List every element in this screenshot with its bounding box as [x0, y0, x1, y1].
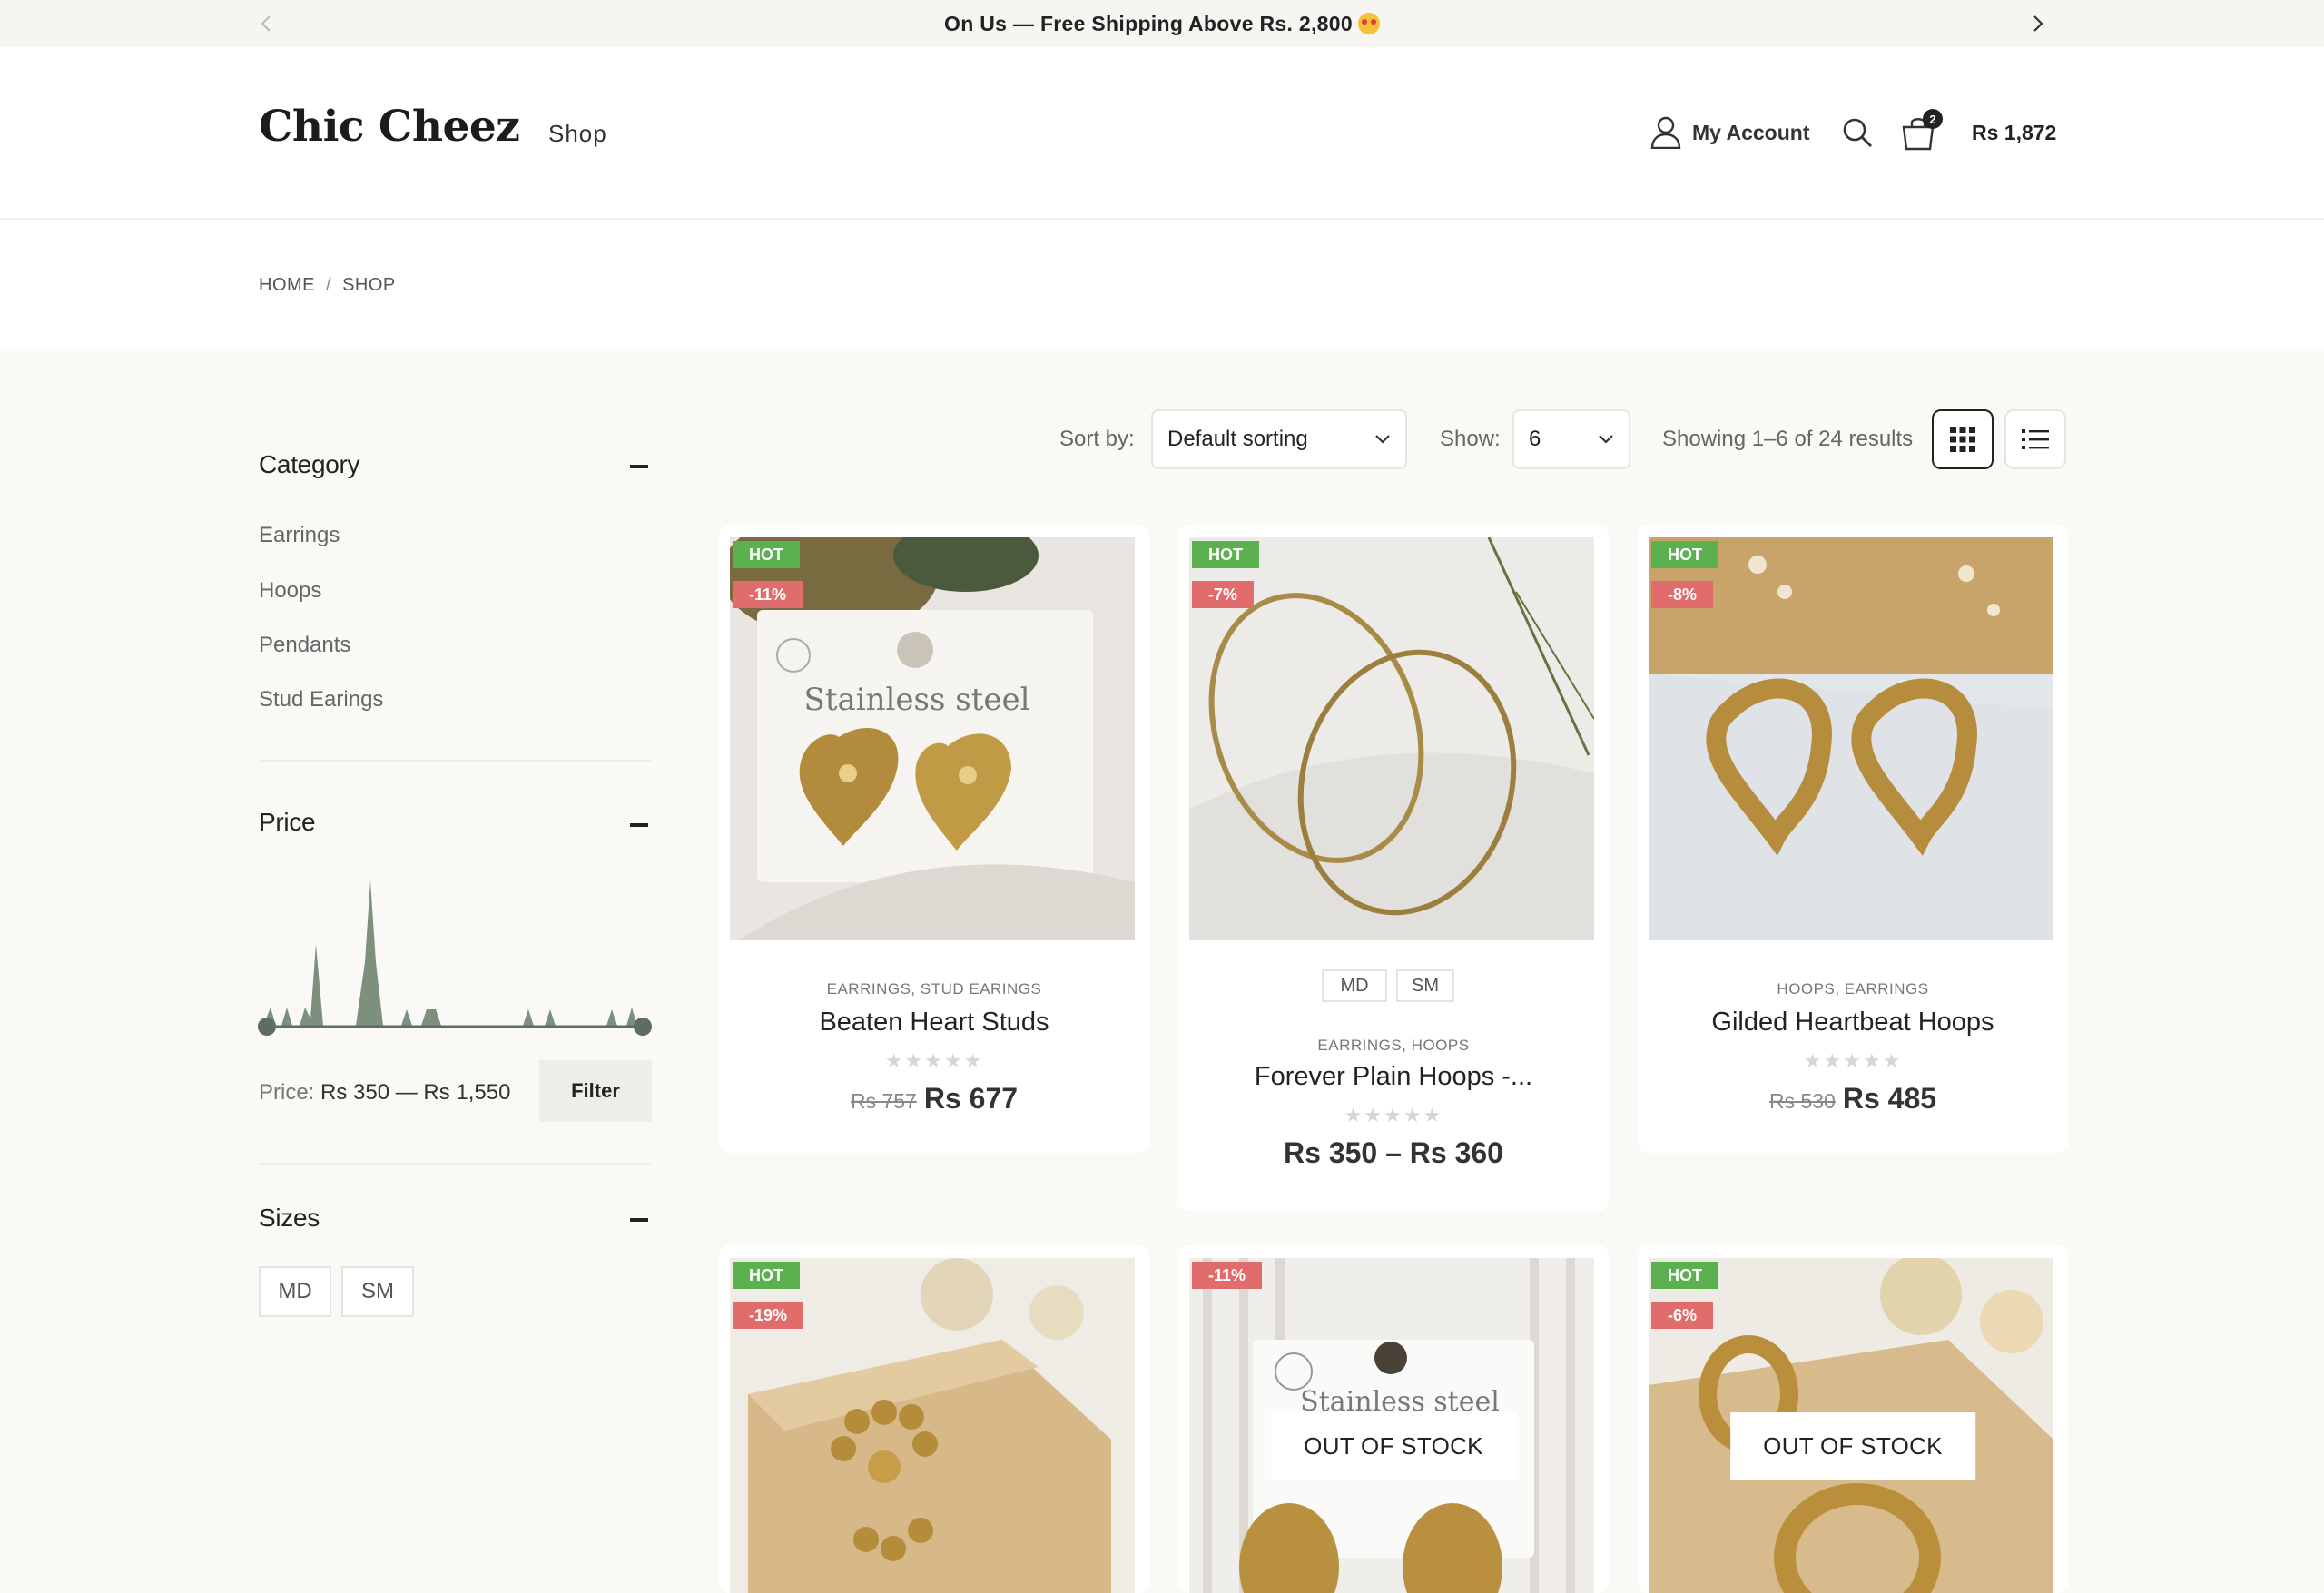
sidebar-divider	[259, 1163, 651, 1165]
rating-stars: ★★★★★	[1344, 1104, 1443, 1126]
old-price: Rs 757	[850, 1089, 917, 1113]
sale-price: Rs 677	[923, 1082, 1019, 1115]
product-categories[interactable]: EARRINGS, HOOPS	[1178, 1037, 1609, 1055]
product-card[interactable]: Stainless steel HOT -11% EARRINGS, STUD …	[719, 525, 1149, 1153]
discount-badge: -7%	[1192, 581, 1255, 608]
my-account-link[interactable]: My Account	[1650, 113, 1810, 152]
collapse-sizes-icon[interactable]	[630, 1218, 648, 1222]
breadcrumb-separator: /	[326, 275, 332, 295]
histogram-bars	[263, 880, 637, 1026]
category-pendants[interactable]: Pendants	[259, 633, 350, 658]
hot-badge: HOT	[1651, 1262, 1718, 1289]
product-card[interactable]: Stainless steel -11% OUT OF STOCK	[1178, 1245, 1609, 1593]
sizes-title[interactable]: Sizes	[259, 1204, 320, 1233]
list-view-button[interactable]	[2004, 409, 2066, 469]
sort-select[interactable]: Default sorting	[1151, 409, 1407, 469]
category-earrings[interactable]: Earrings	[259, 523, 340, 548]
variant-chip-md[interactable]: MD	[1322, 969, 1387, 1002]
product-card[interactable]: HOT -6% OUT OF STOCK	[1638, 1245, 2068, 1593]
grid-icon	[1950, 427, 1975, 452]
chevron-right-icon[interactable]	[2026, 13, 2048, 34]
product-title[interactable]: Forever Plain Hoops -...	[1178, 1062, 1609, 1092]
product-price: Rs 757 Rs 677	[719, 1082, 1149, 1116]
rating-stars: ★★★★★	[1803, 1049, 1903, 1072]
product-title[interactable]: Beaten Heart Studs	[719, 1008, 1149, 1037]
hot-badge: HOT	[733, 1262, 800, 1289]
out-of-stock-label: OUT OF STOCK	[1730, 1412, 1975, 1480]
discount-badge: -8%	[1651, 581, 1714, 608]
chevron-down-icon	[1599, 435, 1613, 444]
heart-eyes-emoji-icon	[1357, 12, 1380, 34]
results-count: Showing 1–6 of 24 results	[1662, 427, 1914, 451]
card-brand-text: Stainless steel	[804, 682, 1030, 718]
site-logo[interactable]: Chic Cheez	[259, 102, 520, 152]
product-card[interactable]: HOT -8% HOOPS, EARRINGS Gilded Heartbeat…	[1638, 525, 2068, 1153]
price-range-value: Rs 350 — Rs 1,550	[320, 1080, 511, 1105]
show-label: Show:	[1440, 427, 1501, 451]
price-title[interactable]: Price	[259, 808, 316, 837]
search-icon	[1843, 118, 1872, 147]
grid-view-button[interactable]	[1932, 409, 1994, 469]
discount-badge: -19%	[733, 1302, 804, 1329]
price-histogram	[258, 880, 652, 1036]
hot-badge: HOT	[733, 541, 800, 568]
product-title[interactable]: Gilded Heartbeat Hoops	[1638, 1008, 2068, 1037]
per-page-select[interactable]: 6	[1512, 409, 1630, 469]
sort-value: Default sorting	[1167, 427, 1308, 451]
cart-count-badge: 2	[1923, 109, 1943, 129]
breadcrumb: HOME / SHOP	[259, 275, 396, 296]
cart-total[interactable]: Rs 1,872	[1972, 113, 2056, 152]
sidebar-divider	[259, 760, 651, 762]
out-of-stock-label: OUT OF STOCK	[1271, 1412, 1516, 1480]
category-title[interactable]: Category	[259, 450, 360, 479]
filter-button[interactable]: Filter	[539, 1060, 652, 1122]
breadcrumb-home[interactable]: HOME	[259, 275, 315, 295]
size-chip-sm[interactable]: SM	[341, 1266, 414, 1317]
category-stud-earings[interactable]: Stud Earings	[259, 687, 383, 713]
product-price: Rs 350 – Rs 360	[1284, 1136, 1503, 1169]
chevron-left-icon[interactable]	[256, 13, 278, 34]
list-icon	[2022, 429, 2049, 449]
discount-badge: -6%	[1651, 1302, 1714, 1329]
sort-label: Sort by:	[1059, 427, 1135, 451]
search-button[interactable]	[1841, 113, 1874, 152]
price-slider-min-handle[interactable]	[258, 1018, 276, 1036]
discount-badge: -11%	[1192, 1262, 1263, 1289]
sale-price: Rs 485	[1842, 1082, 1937, 1115]
category-hoops[interactable]: Hoops	[259, 578, 321, 604]
cart-button[interactable]: 2	[1901, 109, 1943, 152]
hot-badge: HOT	[1651, 541, 1718, 568]
collapse-category-icon[interactable]	[630, 465, 648, 468]
breadcrumb-band: HOME / SHOP	[0, 220, 2324, 349]
product-price: Rs 530 Rs 485	[1638, 1082, 2068, 1116]
my-account-label: My Account	[1692, 120, 1810, 144]
discount-badge: -11%	[733, 581, 803, 608]
product-card[interactable]: HOT -19%	[719, 1245, 1149, 1593]
old-price: Rs 530	[1768, 1089, 1836, 1113]
product-card[interactable]: HOT -7% MD SM EARRINGS, HOOPS Forever Pl…	[1178, 525, 1609, 1211]
chevron-down-icon	[1375, 435, 1390, 444]
hot-badge: HOT	[1192, 541, 1259, 568]
announcement-bar: On Us — Free Shipping Above Rs. 2,800	[0, 0, 2324, 47]
collapse-price-icon[interactable]	[630, 823, 648, 827]
variant-chip-sm[interactable]: SM	[1396, 969, 1454, 1002]
site-header: Chic Cheez Shop My Account 2 Rs 1,872	[0, 47, 2324, 220]
rating-stars: ★★★★★	[884, 1049, 984, 1072]
breadcrumb-current: SHOP	[342, 275, 396, 295]
user-icon	[1650, 116, 1681, 149]
product-categories[interactable]: HOOPS, EARRINGS	[1638, 980, 2068, 998]
size-chip-md[interactable]: MD	[259, 1266, 331, 1317]
per-page-value: 6	[1529, 427, 1541, 451]
announcement-text: On Us — Free Shipping Above Rs. 2,800	[944, 12, 1380, 36]
price-slider-max-handle[interactable]	[634, 1018, 652, 1036]
price-range-label: Price: Rs 350 — Rs 1,550	[259, 1080, 511, 1105]
nav-shop-link[interactable]: Shop	[548, 120, 607, 148]
product-categories[interactable]: EARRINGS, STUD EARINGS	[719, 980, 1149, 998]
